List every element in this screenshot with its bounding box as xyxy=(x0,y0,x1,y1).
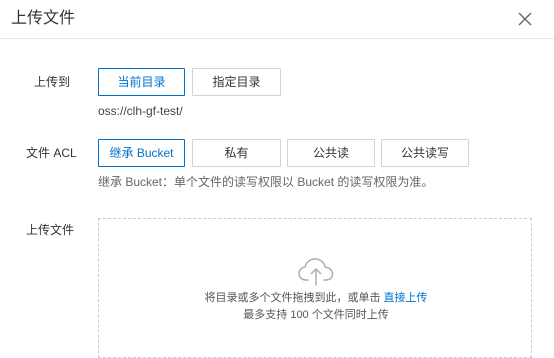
upload-path: oss://clh-gf-test/ xyxy=(98,104,183,118)
drop-instruction: 将目录或多个文件拖拽到此，或单击 直接上传 xyxy=(99,291,533,305)
upload-dialog: 上传文件 上传到 当前目录 指定目录 oss://clh-gf-test/ 文件… xyxy=(0,0,554,358)
drop-text: 将目录或多个文件拖拽到此，或单击 xyxy=(204,292,381,304)
file-dropzone[interactable]: 将目录或多个文件拖拽到此，或单击 直接上传 最多支持 100 个文件同时上传 xyxy=(98,218,532,358)
acl-inherit-bucket-button[interactable]: 继承 Bucket xyxy=(98,139,185,167)
specified-directory-button[interactable]: 指定目录 xyxy=(192,68,281,96)
acl-public-read-button[interactable]: 公共读 xyxy=(287,139,375,167)
dialog-header: 上传文件 xyxy=(0,0,554,39)
dialog-title: 上传文件 xyxy=(11,10,76,27)
cloud-upload-icon xyxy=(297,256,335,286)
file-acl-label: 文件 ACL xyxy=(26,146,77,160)
upload-to-label: 上传到 xyxy=(34,75,71,89)
acl-public-read-write-button[interactable]: 公共读写 xyxy=(381,139,469,167)
close-icon[interactable] xyxy=(515,9,535,29)
current-directory-button[interactable]: 当前目录 xyxy=(98,68,185,96)
upload-file-label: 上传文件 xyxy=(26,223,75,237)
upload-limit-text: 最多支持 100 个文件同时上传 xyxy=(243,309,389,321)
direct-upload-link[interactable]: 直接上传 xyxy=(384,292,428,304)
acl-private-button[interactable]: 私有 xyxy=(192,139,281,167)
acl-hint: 继承 Bucket：单个文件的读写权限以 Bucket 的读写权限为准。 xyxy=(98,175,434,189)
